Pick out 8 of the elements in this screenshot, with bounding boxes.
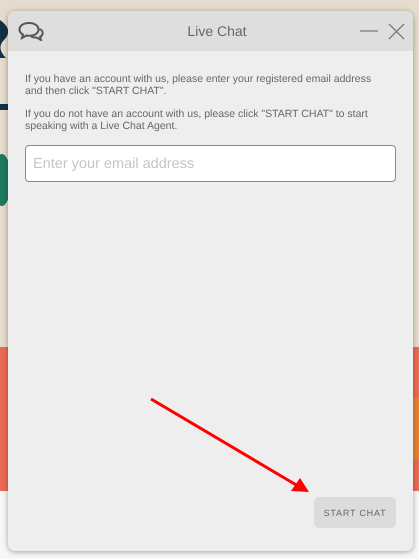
close-icon[interactable]: [388, 22, 405, 40]
minimize-icon[interactable]: [360, 30, 378, 32]
window-title: Live Chat: [186, 23, 248, 39]
email-field[interactable]: Enter your email address: [25, 145, 396, 182]
chat-bubbles-icon: [18, 21, 44, 41]
instruction-text: If you do not have an account with us, please click "START CHAT" to start speaking with a Live Chat Agent.: [25, 108, 369, 132]
instruction-text: If you have an account with us, please enter your registered email address and then click "START CHAT".: [25, 73, 372, 97]
start-chat-button[interactable]: START CHAT: [314, 497, 396, 528]
